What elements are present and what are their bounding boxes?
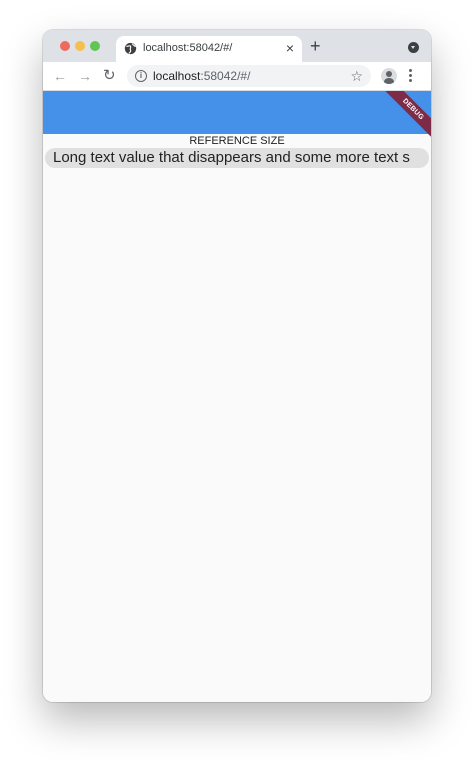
page-viewport: DEBUG REFERENCE SIZE Long text value tha…	[43, 91, 431, 702]
tab-title: localhost:58042/#/	[143, 42, 233, 54]
menu-dot	[409, 69, 412, 72]
browser-toolbar: ← → ↻ i localhost:58042/#/ ☆	[43, 62, 431, 91]
address-bar[interactable]: i localhost:58042/#/ ☆	[127, 65, 371, 87]
address-bar-url[interactable]: localhost:58042/#/	[153, 69, 250, 83]
star-icon[interactable]: ☆	[350, 67, 363, 85]
browser-tab[interactable]: localhost:58042/#/ ×	[116, 36, 302, 62]
reload-icon[interactable]: ↻	[103, 67, 116, 85]
close-icon[interactable]: ×	[286, 40, 294, 56]
kebab-menu-icon[interactable]	[409, 69, 412, 83]
app-bar	[43, 91, 431, 134]
long-text-value: Long text value that disappears and some…	[53, 149, 410, 166]
window-close-button[interactable]	[60, 41, 70, 51]
globe-icon	[124, 42, 137, 55]
window-minimize-button[interactable]	[75, 41, 85, 51]
browser-titlebar: localhost:58042/#/ × +	[43, 30, 431, 62]
info-icon[interactable]: i	[135, 70, 147, 82]
profile-body-shape	[384, 78, 394, 84]
profile-head-shape	[386, 71, 392, 77]
back-arrow-icon[interactable]: ←	[53, 67, 67, 85]
url-host: localhost	[153, 69, 201, 83]
menu-dot	[409, 74, 412, 77]
forward-arrow-icon[interactable]: →	[78, 67, 92, 85]
profile-icon[interactable]	[381, 68, 397, 84]
window-maximize-button[interactable]	[90, 41, 100, 51]
tab-search-icon[interactable]	[408, 42, 419, 53]
long-text-pill: Long text value that disappears and some…	[45, 148, 429, 168]
menu-dot	[409, 79, 412, 82]
url-path: :58042/#/	[200, 69, 251, 83]
plus-icon[interactable]: +	[310, 36, 321, 56]
browser-window: localhost:58042/#/ × + ← → ↻ i localhost…	[43, 30, 431, 702]
reference-size-label: REFERENCE SIZE	[189, 135, 285, 147]
